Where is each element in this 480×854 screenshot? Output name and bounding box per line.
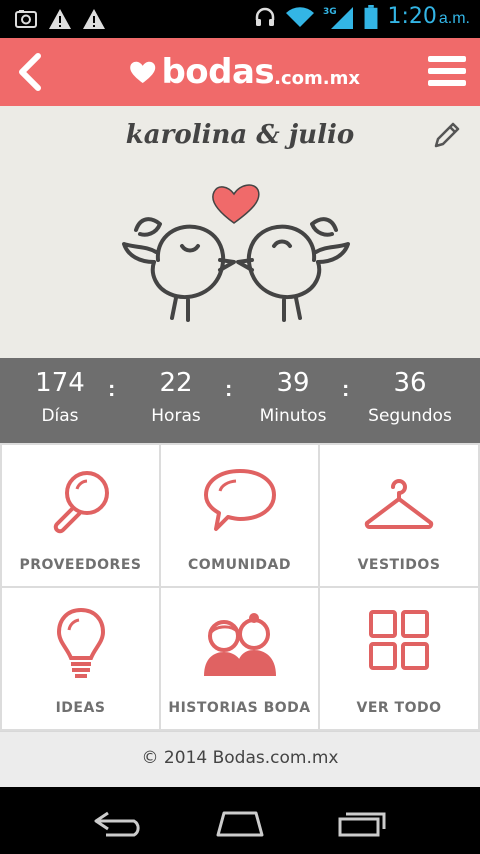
- couple-names: karolina & julio: [125, 120, 355, 150]
- tile-ver-todo[interactable]: VER TODO: [320, 588, 478, 729]
- heart-icon: [212, 184, 260, 224]
- tile-vestidos[interactable]: VESTIDOS: [320, 445, 478, 586]
- tile-proveedores[interactable]: PROVEEDORES: [2, 445, 159, 586]
- logo-brand: bodas: [161, 52, 275, 92]
- couple-banner: karolina & julio: [0, 106, 480, 358]
- footer: © 2014 Bodas.com.mx: [0, 731, 480, 787]
- tile-label: IDEAS: [55, 700, 106, 716]
- tile-label: COMUNIDAD: [188, 557, 291, 573]
- countdown-hours-value: 22: [159, 368, 193, 398]
- lovebirds-illustration: [122, 184, 350, 322]
- edit-pencil-icon[interactable]: [432, 120, 462, 150]
- headset-icon: [256, 7, 275, 26]
- clock: 1:20 a.m.: [387, 4, 470, 29]
- tile-historias-boda[interactable]: HISTORIAS BODA: [161, 588, 318, 729]
- magnifier-icon: [53, 471, 109, 534]
- countdown-seconds-label: Segundos: [368, 406, 452, 426]
- svg-text:3G: 3G: [323, 7, 337, 17]
- countdown-separator: :: [225, 376, 233, 401]
- countdown-days: 174 Días: [0, 368, 120, 426]
- screenshot-icon: [15, 10, 37, 28]
- system-icons: 3G 1:20 a.m.: [253, 4, 470, 29]
- clock-ampm: a.m.: [438, 10, 470, 27]
- bodas-logo: bodas .com.mx: [128, 46, 360, 98]
- copyright-text: © 2014 Bodas.com.mx: [141, 748, 339, 768]
- back-chevron-icon[interactable]: [14, 52, 44, 92]
- tile-label: PROVEEDORES: [19, 557, 142, 573]
- wifi-icon: [286, 6, 315, 27]
- warning-icon: [49, 9, 71, 29]
- logo-domain: .com.mx: [274, 67, 360, 89]
- tile-label: HISTORIAS BODA: [168, 700, 311, 716]
- status-bar: 3G 1:20 a.m.: [0, 0, 480, 38]
- countdown-separator: :: [108, 376, 116, 401]
- back-nav-icon[interactable]: [92, 807, 148, 837]
- countdown-separator: :: [342, 376, 350, 401]
- countdown-hours-label: Horas: [151, 406, 201, 426]
- hamburger-menu-icon[interactable]: [428, 54, 466, 88]
- lightbulb-icon: [56, 607, 105, 678]
- grid-icon: [369, 610, 429, 670]
- home-nav-icon[interactable]: [212, 807, 268, 837]
- countdown-seconds: 36 Segundos: [350, 368, 470, 426]
- countdown-seconds-value: 36: [393, 368, 427, 398]
- recents-nav-icon[interactable]: [334, 807, 390, 837]
- battery-icon: [365, 4, 378, 29]
- countdown-days-value: 174: [35, 368, 85, 398]
- couple-icon: [203, 613, 276, 676]
- tile-comunidad[interactable]: COMUNIDAD: [161, 445, 318, 586]
- wedding-countdown: 174 Días : 22 Horas : 39 Minutos : 36 Se…: [0, 358, 480, 443]
- tile-ideas[interactable]: IDEAS: [2, 588, 159, 729]
- warning-icon: [83, 9, 105, 29]
- countdown-minutes-label: Minutos: [259, 406, 327, 426]
- countdown-days-label: Días: [41, 406, 79, 426]
- clock-time: 1:20: [387, 4, 437, 29]
- tile-label: VESTIDOS: [357, 557, 441, 573]
- signal-3g-icon: 3G: [323, 6, 354, 29]
- tile-label: VER TODO: [356, 700, 442, 716]
- speech-bubble-icon: [203, 469, 276, 531]
- countdown-hours: 22 Horas: [116, 368, 236, 426]
- countdown-minutes-value: 39: [276, 368, 310, 398]
- menu-grid: PROVEEDORES COMUNIDAD VESTIDOS IDEAS HIS…: [0, 443, 480, 731]
- hanger-icon: [364, 479, 434, 529]
- heart-logo-icon: [130, 61, 156, 84]
- app-header: bodas .com.mx: [0, 38, 480, 106]
- notification-icons: [14, 7, 106, 31]
- system-nav-bar: [0, 787, 480, 854]
- countdown-minutes: 39 Minutos: [233, 368, 353, 426]
